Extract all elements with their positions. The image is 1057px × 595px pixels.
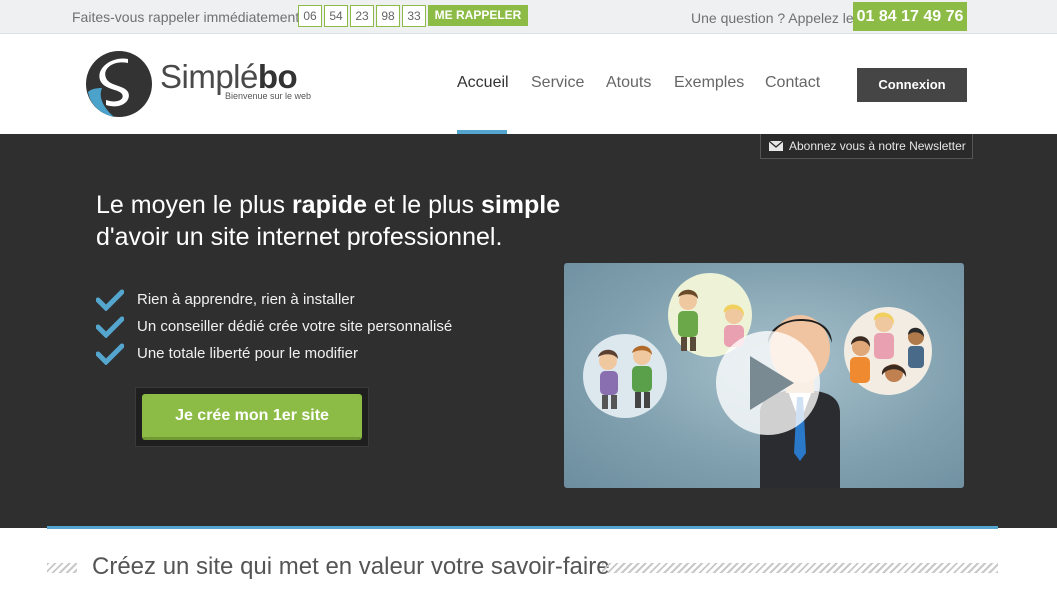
phone-digit-field[interactable]: 33	[402, 5, 426, 27]
callback-text: Faites-vous rappeler immédiatement.	[72, 9, 304, 25]
hero-title-bold-rapide: rapide	[291, 191, 367, 219]
benefit-text: Un conseiller dédié crée votre site pers…	[137, 318, 453, 335]
hero-title-line2: d'avoir un site internet professionnel.	[96, 223, 503, 251]
video-thumbnail	[583, 273, 932, 488]
checkmark-icon	[96, 343, 124, 365]
callback-phone-fields: 06 54 23 98 33	[298, 5, 426, 27]
top-bar: Faites-vous rappeler immédiatement. 06 5…	[0, 0, 1057, 34]
logo-tagline: Bienvenue sur le web	[225, 91, 312, 101]
hero-title: Le moyen le plus rapide et le plus simpl…	[96, 189, 560, 253]
video-player[interactable]	[564, 263, 964, 488]
benefit-text: Rien à apprendre, rien à installer	[137, 291, 355, 308]
newsletter-label: Abonnez vous à notre Newsletter	[789, 139, 966, 153]
nav-item-contact[interactable]: Contact	[765, 74, 820, 92]
create-site-button[interactable]: Je crée mon 1er site	[142, 394, 362, 440]
nav-item-exemples[interactable]: Exemples	[674, 74, 744, 92]
section-divider-line	[47, 526, 998, 529]
hero-section: Abonnez vous à notre Newsletter Le moyen…	[0, 134, 1057, 528]
play-button[interactable]	[716, 331, 820, 435]
question-text: Une question ? Appelez le	[691, 10, 854, 26]
envelope-icon	[769, 141, 783, 151]
phone-digit-field[interactable]: 23	[350, 5, 374, 27]
phone-number[interactable]: 01 84 17 49 76	[853, 2, 967, 31]
logo-wordmark-bold: bo	[257, 58, 298, 95]
checkmark-icon	[96, 316, 124, 338]
illustration-bubble-right	[844, 307, 932, 395]
title-hatch-left	[47, 563, 77, 573]
benefit-text: Une totale liberté pour le modifier	[137, 345, 358, 362]
hero-title-part: et le plus	[366, 191, 481, 219]
section-title: Créez un site qui met en valeur votre sa…	[92, 553, 610, 580]
callback-button[interactable]: ME RAPPELER	[428, 5, 528, 26]
checkmark-icon	[96, 289, 124, 311]
site-header: Simplébo Bienvenue sur le web Accueil Se…	[0, 34, 1057, 134]
hero-title-part: Le moyen le plus	[96, 191, 292, 219]
login-button[interactable]: Connexion	[857, 68, 967, 102]
phone-digit-field[interactable]: 54	[324, 5, 348, 27]
logo-wordmark-light: Simplé	[160, 58, 258, 95]
hero-title-bold-simple: simple	[480, 191, 561, 219]
nav-item-service[interactable]: Service	[531, 74, 584, 92]
nav-item-accueil[interactable]: Accueil	[457, 74, 509, 92]
illustration-bubble-left	[583, 334, 667, 418]
newsletter-link[interactable]: Abonnez vous à notre Newsletter	[760, 134, 973, 159]
phone-digit-field[interactable]: 06	[298, 5, 322, 27]
phone-digit-field[interactable]: 98	[376, 5, 400, 27]
title-hatch-right	[602, 563, 998, 573]
nav-item-atouts[interactable]: Atouts	[606, 74, 651, 92]
logo-icon[interactable]	[84, 50, 154, 118]
